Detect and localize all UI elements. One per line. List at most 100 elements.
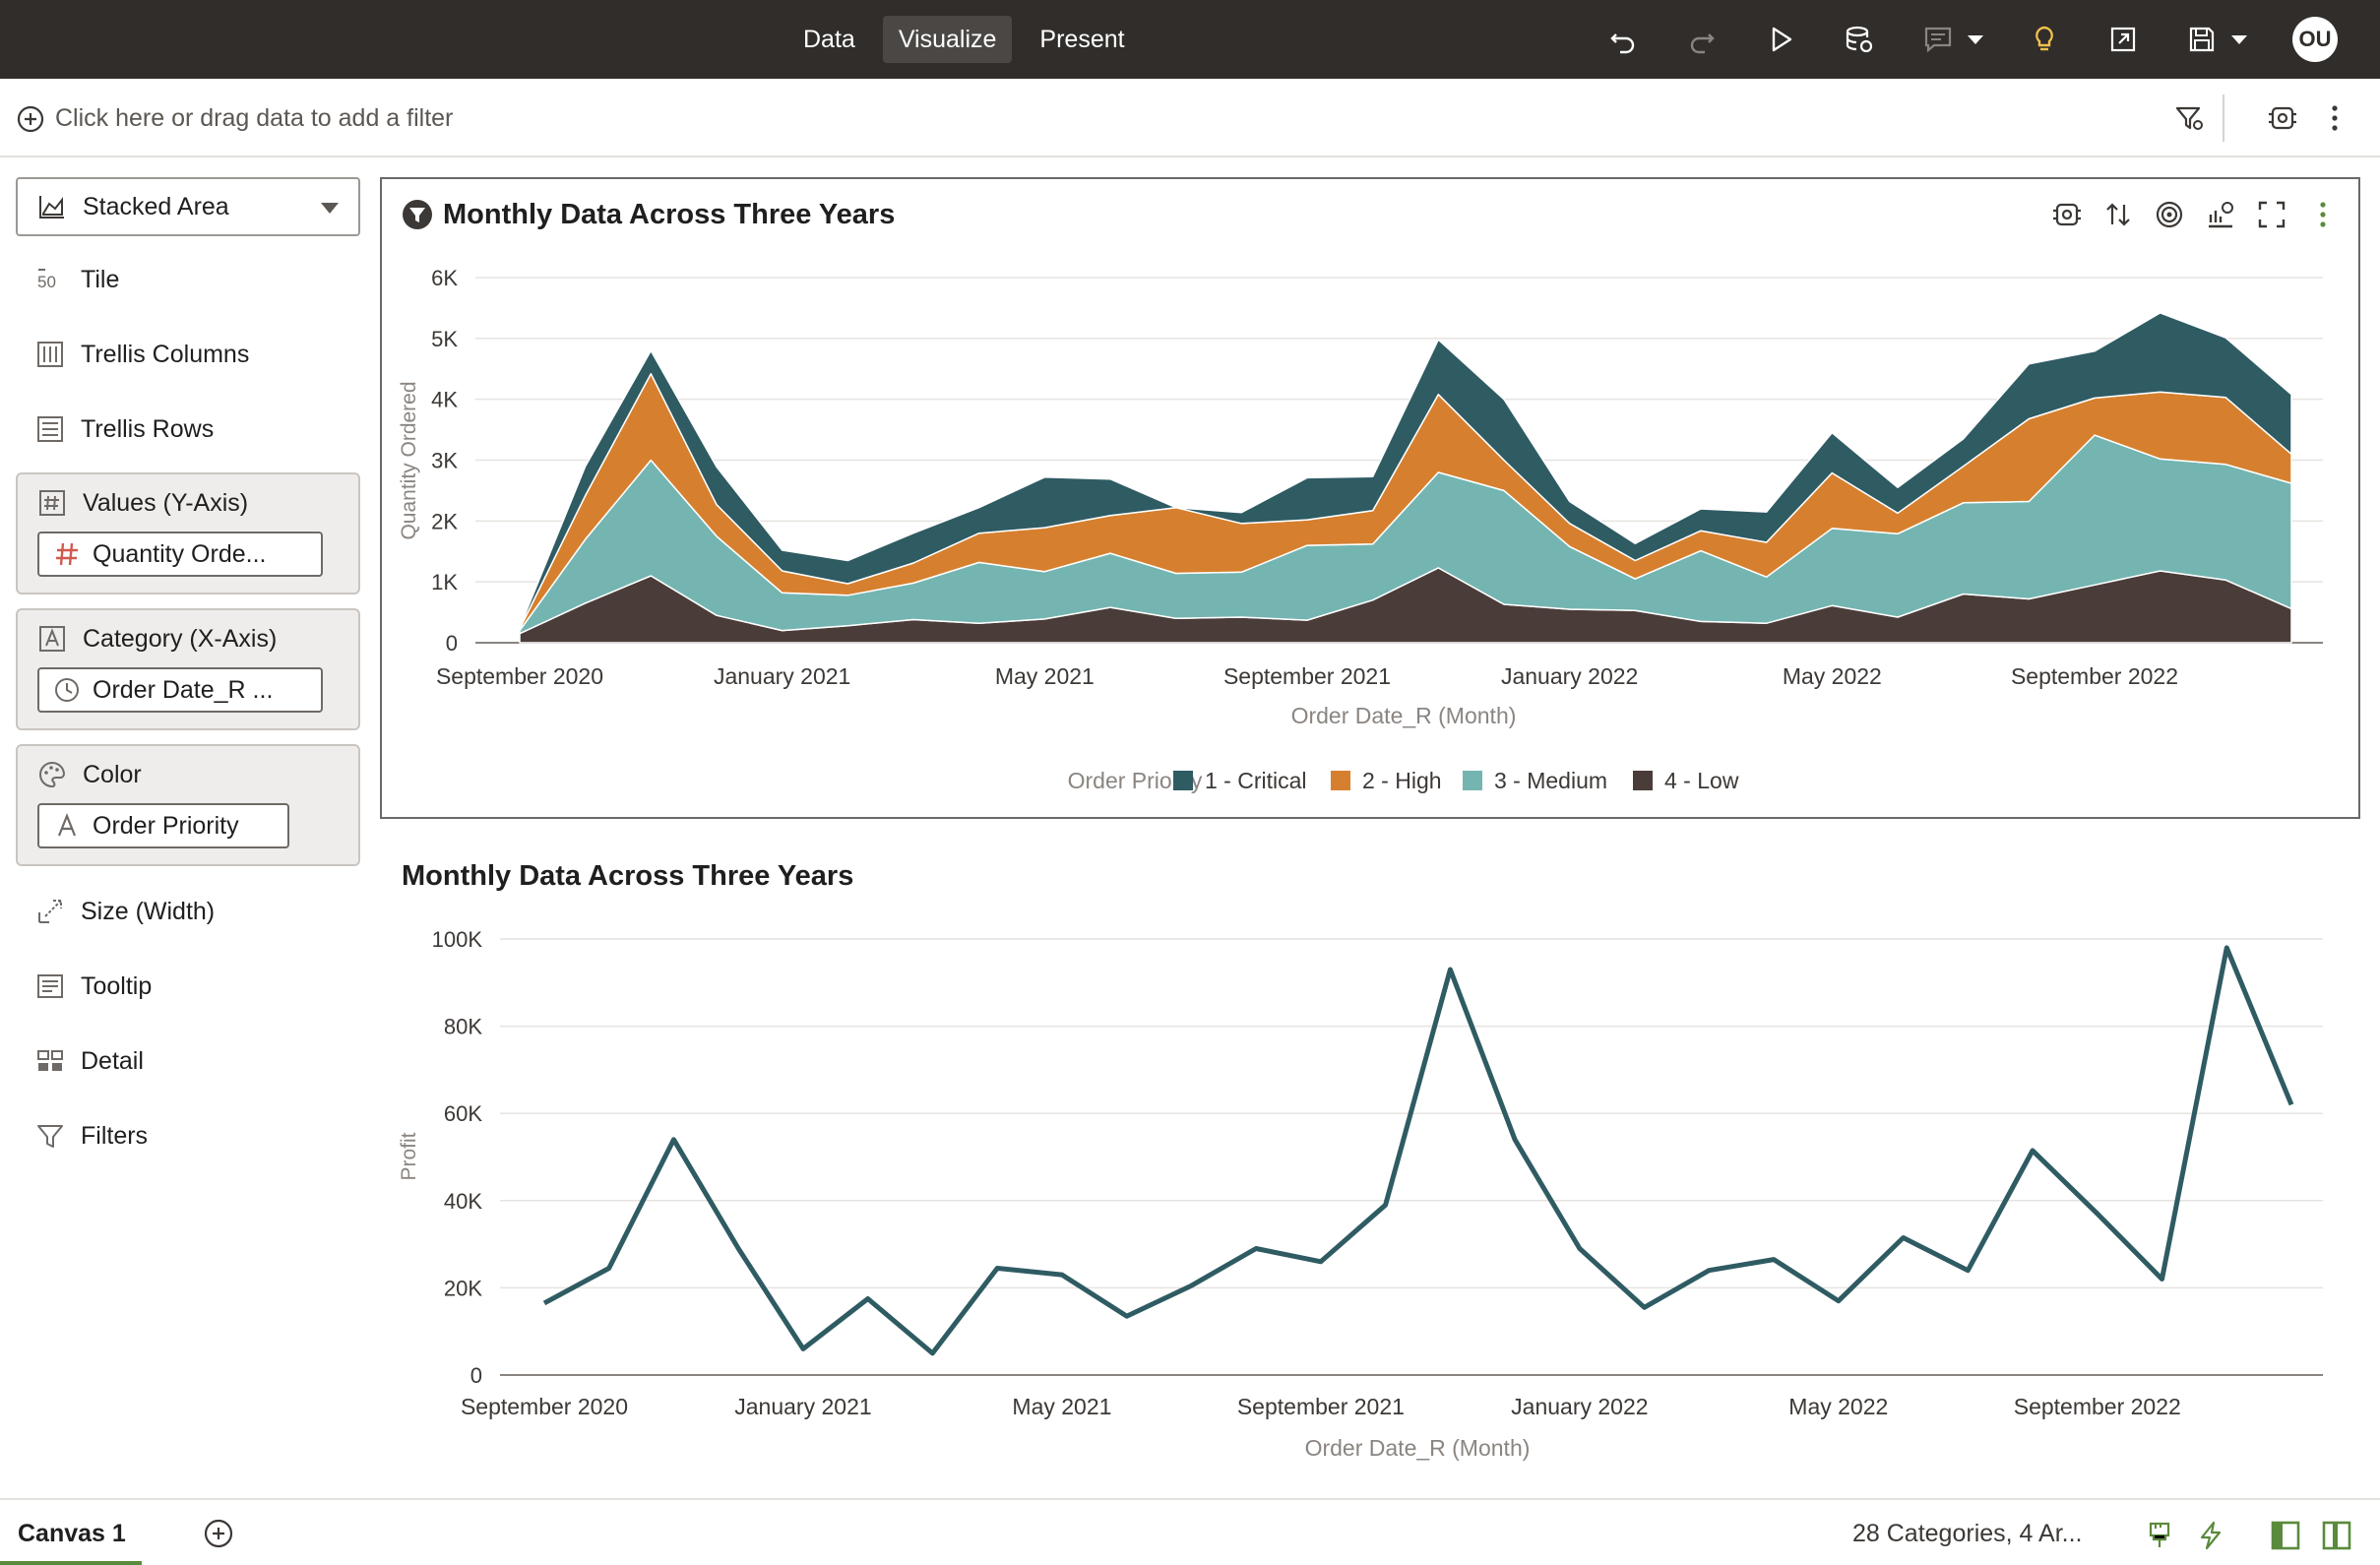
grammar-filters-label: Filters (81, 1121, 149, 1150)
canvas-footer: Canvas 1 28 Categories, 4 Ar... (0, 1498, 2380, 1565)
y-tick-label: 1K (431, 570, 458, 595)
toolbar-divider (2223, 94, 2224, 142)
filter-placeholder[interactable]: Click here or drag data to add a filter (55, 104, 453, 133)
attribute-pill-order-date[interactable]: Order Date_R ... (37, 667, 323, 713)
grammar-tile[interactable]: 50 Tile (35, 260, 119, 299)
viz-filter-badge-icon[interactable] (402, 199, 433, 230)
detail-icon (37, 1050, 63, 1071)
attribute-pill-order-priority[interactable]: Order Priority (37, 803, 289, 848)
undo-icon[interactable] (1603, 20, 1643, 59)
category-label-text: Category (X-Axis) (83, 624, 278, 653)
legend-swatch[interactable] (1633, 771, 1653, 790)
lightning-icon[interactable] (2191, 1516, 2230, 1555)
user-avatar[interactable]: OU (2292, 17, 2338, 62)
y-tick-label: 3K (431, 449, 458, 473)
legend-item-label[interactable]: 2 - High (1362, 768, 1442, 793)
y-axis-ticks: 0 1K 2K 3K 4K 5K 6K (431, 266, 458, 656)
legend-swatch[interactable] (1173, 771, 1193, 790)
canvas-properties-icon[interactable] (2263, 98, 2302, 138)
legend-item-label[interactable]: 4 - Low (1664, 768, 1739, 793)
viz-menu-icon[interactable] (2303, 195, 2343, 234)
legend-item-label[interactable]: 1 - Critical (1205, 768, 1307, 793)
grammar-panel: Stacked Area 50 Tile Trellis Columns Tre… (0, 159, 374, 1498)
viz-type-select[interactable]: Stacked Area (16, 177, 360, 236)
profit-line-chart[interactable]: 0 20K 40K 60K 80K 100K September 2020 January … (382, 915, 2358, 1467)
add-filter-icon[interactable] (16, 104, 45, 134)
chart-title-2: Monthly Data Across Three Years (402, 860, 854, 892)
values-label-text: Values (Y-Axis) (83, 488, 249, 517)
category-label: Category (X-Axis) (37, 624, 277, 654)
comment-icon[interactable] (1918, 20, 1958, 59)
y-axis-label: Quantity Ordered (398, 381, 420, 539)
x-tick-label: January 2021 (714, 663, 850, 689)
analytics-icon[interactable] (2201, 195, 2240, 234)
tab-visualize[interactable]: Visualize (882, 16, 1013, 63)
palette-icon (39, 761, 65, 788)
x-tick-label: January 2021 (734, 1394, 871, 1419)
x-tick-label: May 2022 (1783, 663, 1882, 689)
tile-icon: 50 (37, 269, 56, 291)
x-tick-label: September 2020 (436, 663, 603, 689)
color-drop-zone[interactable]: Color Order Priority (16, 744, 360, 866)
legend-item-label[interactable]: 3 - Medium (1494, 768, 1607, 793)
filter-bar[interactable]: Click here or drag data to add a filter (0, 79, 2380, 157)
grammar-size-label: Size (Width) (81, 897, 216, 925)
grammar-detail[interactable]: Detail (35, 1041, 144, 1081)
grid-lines (500, 938, 2323, 1376)
legend-swatch[interactable] (1463, 771, 1482, 790)
trellis-rows-icon (37, 416, 63, 442)
y-tick-label: 80K (444, 1015, 482, 1039)
values-axis-icon (39, 490, 65, 516)
grammar-size[interactable]: Size (Width) (35, 892, 215, 931)
filter-settings-icon[interactable] (2169, 98, 2209, 138)
target-icon[interactable] (2150, 195, 2189, 234)
x-tick-label: May 2022 (1788, 1394, 1888, 1419)
x-axis-ticks: September 2020 January 2021 May 2021 Septem… (436, 663, 2178, 689)
size-icon (38, 900, 62, 923)
grammar-trellis-columns[interactable]: Trellis Columns (35, 335, 249, 374)
grammar-trellis-rows[interactable]: Trellis Rows (35, 409, 214, 449)
values-drop-zone[interactable]: Values (Y-Axis) Quantity Orde... (16, 472, 360, 595)
stacked-area-chart[interactable]: 0 1K 2K 3K 4K 5K 6K September 2020 January 2021… (382, 246, 2358, 797)
canvas-tab-1[interactable]: Canvas 1 (0, 1500, 142, 1565)
viz-properties-icon[interactable] (2047, 195, 2087, 234)
run-icon[interactable] (1761, 20, 1800, 59)
y-tick-label: 4K (431, 388, 458, 412)
grammar-tooltip[interactable]: Tooltip (35, 967, 152, 1006)
tab-data[interactable]: Data (787, 16, 871, 63)
y-axis-label: Profit (398, 1132, 420, 1180)
save-dropdown-chevron-icon[interactable] (2220, 20, 2259, 59)
y-tick-label: 100K (432, 927, 483, 952)
area-series-group[interactable] (519, 312, 2292, 644)
x-tick-label: September 2020 (461, 1394, 628, 1419)
sort-icon[interactable] (2098, 195, 2138, 234)
y-tick-label: 60K (444, 1101, 482, 1126)
x-tick-label: January 2022 (1511, 1394, 1648, 1419)
line-series-group[interactable] (542, 945, 2294, 1356)
refresh-data-icon[interactable] (1840, 20, 1879, 59)
right-panel-toggle-icon[interactable] (2317, 1516, 2356, 1555)
line-series-profit[interactable] (542, 945, 2294, 1356)
brush-icon[interactable] (2140, 1516, 2179, 1555)
export-icon[interactable] (2103, 20, 2143, 59)
redo-icon[interactable] (1682, 20, 1722, 59)
x-axis-label: Order Date_R (Month) (1305, 1435, 1531, 1461)
auto-insights-icon[interactable] (2025, 20, 2064, 59)
save-icon[interactable] (2182, 20, 2222, 59)
clock-icon (55, 678, 79, 702)
maximize-icon[interactable] (2252, 195, 2291, 234)
add-canvas-icon[interactable] (203, 1518, 234, 1549)
grammar-filters[interactable]: Filters (35, 1116, 148, 1156)
status-summary[interactable]: 28 Categories, 4 Ar... (1852, 1520, 2082, 1548)
measure-pill-quantity[interactable]: Quantity Orde... (37, 532, 323, 577)
mode-tabs: Data Visualize Present (787, 16, 1141, 63)
y-tick-label: 40K (444, 1189, 482, 1214)
y-tick-label: 0 (470, 1363, 482, 1388)
comment-dropdown-chevron-icon[interactable] (1956, 20, 1995, 59)
category-drop-zone[interactable]: Category (X-Axis) Order Date_R ... (16, 608, 360, 730)
tab-present[interactable]: Present (1024, 16, 1140, 63)
left-panel-toggle-icon[interactable] (2266, 1516, 2305, 1555)
legend-swatch[interactable] (1331, 771, 1350, 790)
chart-legend[interactable]: Order Priority 1 - Critical 2 - High 3 - M… (1068, 768, 1739, 793)
more-options-icon[interactable] (2315, 98, 2354, 138)
